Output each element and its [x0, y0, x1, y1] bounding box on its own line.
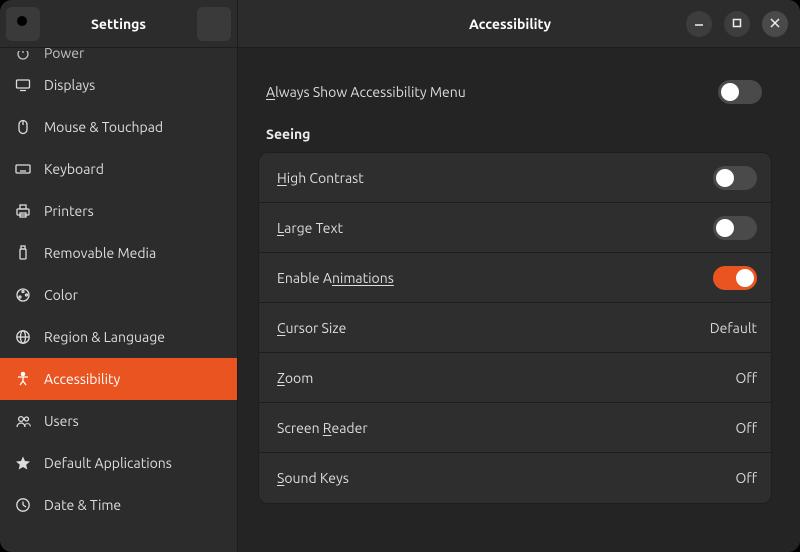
sidebar-item-displays[interactable]: Displays — [0, 64, 237, 106]
search-icon — [15, 14, 31, 33]
accessibility-icon — [14, 370, 32, 388]
row-zoom[interactable]: Zoom Off — [259, 353, 771, 403]
high-contrast-label: High Contrast — [277, 170, 364, 186]
high-contrast-switch[interactable] — [713, 166, 757, 190]
close-button[interactable] — [762, 11, 788, 37]
sidebar-item-region-language[interactable]: Region & Language — [0, 316, 237, 358]
power-icon — [14, 51, 32, 61]
sidebar-item-label: Date & Time — [44, 497, 121, 513]
sidebar-item-label: Accessibility — [44, 371, 120, 387]
sidebar-item-color[interactable]: Color — [0, 274, 237, 316]
zoom-value: Off — [735, 370, 757, 386]
row-cursor-size[interactable]: Cursor Size Default — [259, 303, 771, 353]
sound-keys-value: Off — [735, 470, 757, 486]
sidebar-item-label: Printers — [44, 203, 94, 219]
sidebar-item-label: Mouse & Touchpad — [44, 119, 163, 135]
sidebar-item-power[interactable]: Power — [0, 48, 237, 64]
maximize-icon — [732, 16, 742, 31]
large-text-label: Large Text — [277, 220, 343, 236]
globe-icon — [14, 328, 32, 346]
star-icon — [14, 454, 32, 472]
sidebar-item-label: Power — [44, 48, 84, 61]
content-area: Always Show Accessibility Menu Seeing Hi… — [238, 48, 800, 528]
section-title-seeing: Seeing — [266, 126, 772, 142]
enable-animations-switch[interactable] — [713, 266, 757, 290]
maximize-button[interactable] — [724, 11, 750, 37]
sidebar-item-accessibility[interactable]: Accessibility — [0, 358, 237, 400]
screen-reader-label: Screen Reader — [277, 420, 368, 436]
window-controls — [686, 11, 794, 37]
sidebar-item-removable-media[interactable]: Removable Media — [0, 232, 237, 274]
hamburger-icon — [206, 14, 222, 33]
settings-window: Settings Power Displays Mouse & Touchpad Ke… — [0, 0, 800, 552]
printers-icon — [14, 202, 32, 220]
sidebar-item-label: Users — [44, 413, 79, 429]
color-icon — [14, 286, 32, 304]
row-enable-animations: Enable Animations — [259, 253, 771, 303]
sidebar-item-mouse-touchpad[interactable]: Mouse & Touchpad — [0, 106, 237, 148]
page-title: Accessibility — [334, 16, 686, 32]
always-show-label: Always Show Accessibility Menu — [266, 84, 466, 100]
sidebar-item-label: Displays — [44, 77, 95, 93]
row-large-text: Large Text — [259, 203, 771, 253]
search-button[interactable] — [6, 7, 40, 41]
users-icon — [14, 412, 32, 430]
zoom-label: Zoom — [277, 370, 313, 386]
sidebar-item-default-applications[interactable]: Default Applications — [0, 442, 237, 484]
sound-keys-label: Sound Keys — [277, 470, 349, 486]
sidebar-item-date-time[interactable]: Date & Time — [0, 484, 237, 526]
sidebar-item-printers[interactable]: Printers — [0, 190, 237, 232]
close-icon — [770, 16, 780, 31]
row-high-contrast: High Contrast — [259, 153, 771, 203]
main-panel: Accessibility Always Show Accessibility … — [238, 0, 800, 552]
large-text-switch[interactable] — [713, 216, 757, 240]
row-sound-keys[interactable]: Sound Keys Off — [259, 453, 771, 503]
enable-animations-label: Enable Animations — [277, 270, 394, 286]
cursor-size-value: Default — [710, 320, 757, 336]
sidebar-item-label: Default Applications — [44, 455, 172, 471]
app-title: Settings — [40, 16, 197, 32]
main-header: Accessibility — [238, 0, 800, 48]
sidebar-item-keyboard[interactable]: Keyboard — [0, 148, 237, 190]
row-screen-reader[interactable]: Screen Reader Off — [259, 403, 771, 453]
sidebar-item-label: Keyboard — [44, 161, 104, 177]
always-show-switch[interactable] — [718, 80, 762, 104]
sidebar-item-label: Region & Language — [44, 329, 165, 345]
hamburger-button[interactable] — [197, 7, 231, 41]
minimize-icon — [694, 16, 704, 31]
cursor-size-label: Cursor Size — [277, 320, 346, 336]
sidebar-list: Power Displays Mouse & Touchpad Keyboard Pri… — [0, 48, 237, 552]
sidebar-header: Settings — [0, 0, 237, 48]
seeing-panel: High Contrast Large Text Enable Animatio… — [258, 152, 772, 504]
sidebar-item-label: Removable Media — [44, 245, 156, 261]
screen-reader-value: Off — [735, 420, 757, 436]
sidebar: Settings Power Displays Mouse & Touchpad Ke… — [0, 0, 238, 552]
mouse-icon — [14, 118, 32, 136]
clock-icon — [14, 496, 32, 514]
minimize-button[interactable] — [686, 11, 712, 37]
displays-icon — [14, 76, 32, 94]
sidebar-item-users[interactable]: Users — [0, 400, 237, 442]
keyboard-icon — [14, 160, 32, 178]
usb-icon — [14, 244, 32, 262]
row-always-show-menu: Always Show Accessibility Menu — [258, 72, 772, 112]
sidebar-item-label: Color — [44, 287, 78, 303]
